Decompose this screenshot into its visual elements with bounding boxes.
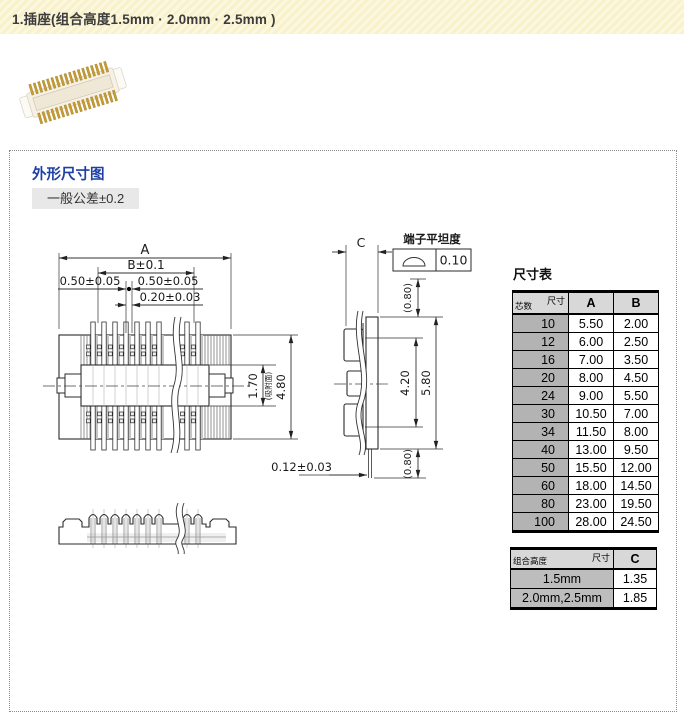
dim-a-cell: 18.00 — [568, 476, 614, 495]
pin-count-cell: 10 — [512, 313, 569, 333]
tolerance-label: 一般公差±0.2 — [32, 188, 140, 209]
pin-count-cell: 24 — [512, 386, 569, 405]
column-header-a: A — [568, 291, 614, 315]
corner-label-bottom: 组合高度 — [513, 556, 548, 566]
size-table-row: 24 9.00 5.50 — [512, 386, 659, 405]
dim-170-label: 1.70 — [246, 373, 260, 399]
dim-480-label: 4.80 — [274, 374, 288, 400]
pin-count-cell: 30 — [512, 404, 569, 423]
dim-b-cell: 9.50 — [613, 440, 659, 459]
size-table-row: 60 18.00 14.50 — [512, 476, 659, 495]
height-table-header-row: 尺寸 组合高度 C — [510, 548, 657, 570]
side-view-drawing: 0.10 端子平坦度 C (0.80) 4.20 5.80 (0.80) 0.1… — [271, 232, 472, 479]
dim-b-cell: 8.00 — [613, 422, 659, 441]
dim-580-label: 5.80 — [419, 370, 433, 396]
stack-height-cell: 2.0mm,2.5mm — [510, 588, 614, 609]
dim-b-cell: 12.00 — [613, 458, 659, 477]
dim-b-label: B±0.1 — [127, 258, 164, 272]
size-table-row: 34 11.50 8.00 — [512, 422, 659, 441]
dim-050-left-label: 0.50±0.05 — [60, 274, 121, 288]
height-table: 尺寸 组合高度 C 1.5mm 1.35 2.0mm,2.5mm 1.85 — [510, 547, 657, 610]
connector-product-image — [19, 61, 127, 125]
dim-a-cell: 8.00 — [568, 368, 614, 387]
dim-a-cell: 11.50 — [568, 422, 614, 441]
pin-count-cell: 100 — [512, 512, 569, 532]
corner-label-bottom: 芯数 — [515, 301, 533, 311]
height-table-corner-cell: 尺寸 组合高度 — [510, 548, 614, 570]
column-header-b: B — [613, 291, 659, 315]
dim-c-label: C — [357, 235, 366, 250]
column-header-c: C — [613, 548, 657, 570]
pin-count-cell: 12 — [512, 332, 569, 351]
pin-count-cell: 16 — [512, 350, 569, 369]
dim-c-cell: 1.35 — [613, 568, 657, 589]
size-table-row: 40 13.00 9.50 — [512, 440, 659, 459]
corner-label-top: 尺寸 — [591, 553, 610, 563]
size-table-row: 12 6.00 2.50 — [512, 332, 659, 351]
dim-a-cell: 6.00 — [568, 332, 614, 351]
dimension-panel: 外形尺寸图 一般公差±0.2 A B±0.1 0.50±0.05 0.50±0.… — [9, 150, 677, 712]
pin-count-cell: 50 — [512, 458, 569, 477]
size-table-header-row: 尺寸 芯数 A B — [512, 291, 659, 315]
dim-b-cell: 5.50 — [613, 386, 659, 405]
top-view-drawing: A B±0.1 0.50±0.05 0.50±0.05 0.20±0.03 1.… — [43, 243, 298, 454]
size-table-row: 80 23.00 19.50 — [512, 494, 659, 513]
dim-b-cell: 2.00 — [613, 313, 659, 333]
dim-b-cell: 14.50 — [613, 476, 659, 495]
height-table-row: 2.0mm,2.5mm 1.85 — [510, 588, 657, 609]
flatness-title: 端子平坦度 — [403, 232, 461, 246]
size-table-row: 50 15.50 12.00 — [512, 458, 659, 477]
dim-c-cell: 1.85 — [613, 588, 657, 609]
dim-020-label: 0.20±0.03 — [140, 290, 201, 304]
dimension-drawing: A B±0.1 0.50±0.05 0.50±0.05 0.20±0.03 1.… — [43, 232, 472, 555]
dim-b-cell: 4.50 — [613, 368, 659, 387]
panel-title: 外形尺寸图 — [32, 167, 105, 183]
dim-080-bottom-label: (0.80) — [403, 449, 414, 479]
dim-012-label: 0.12±0.03 — [271, 460, 332, 474]
dim-080-top-label: (0.80) — [403, 283, 414, 313]
dim-a-cell: 10.50 — [568, 404, 614, 423]
dim-420-label: 4.20 — [398, 370, 412, 396]
flatness-value: 0.10 — [440, 253, 468, 268]
corner-label-top: 尺寸 — [546, 296, 565, 306]
connector-body — [19, 61, 127, 125]
dim-a-cell: 28.00 — [568, 512, 614, 532]
dim-a-label: A — [141, 243, 150, 258]
pin-count-cell: 40 — [512, 440, 569, 459]
size-table: 尺寸 芯数 A B 10 5.50 2.00 12 6.00 2.50 16 7.00 3.50… — [512, 290, 659, 533]
dim-a-cell: 7.00 — [568, 350, 614, 369]
dim-b-cell: 7.00 — [613, 404, 659, 423]
pin-count-cell: 20 — [512, 368, 569, 387]
flatness-callout: 0.10 — [392, 248, 472, 272]
dim-b-cell: 24.50 — [613, 512, 659, 532]
datum-dot — [126, 286, 132, 292]
pin-count-cell: 80 — [512, 494, 569, 513]
dim-b-cell: 3.50 — [613, 350, 659, 369]
bottom-view-drawing — [58, 502, 237, 555]
height-table-row: 1.5mm 1.35 — [510, 568, 657, 589]
size-table-row: 20 8.00 4.50 — [512, 368, 659, 387]
size-table-row: 30 10.50 7.00 — [512, 404, 659, 423]
size-table-row: 10 5.50 2.00 — [512, 313, 659, 333]
size-table-title: 尺寸表 — [513, 267, 553, 282]
size-table-row: 100 28.00 24.50 — [512, 512, 659, 532]
size-table-row: 16 7.00 3.50 — [512, 350, 659, 369]
dim-a-cell: 15.50 — [568, 458, 614, 477]
dim-a-cell: 23.00 — [568, 494, 614, 513]
dim-b-cell: 19.50 — [613, 494, 659, 513]
stack-height-cell: 1.5mm — [510, 568, 614, 589]
suction-note-label: (吸附面) — [264, 372, 273, 400]
dim-a-cell: 13.00 — [568, 440, 614, 459]
dim-a-cell: 9.00 — [568, 386, 614, 405]
pin-count-cell: 34 — [512, 422, 569, 441]
dim-a-cell: 5.50 — [568, 313, 614, 333]
section-header-title: 1.插座(组合高度1.5mm · 2.0mm · 2.5mm ) — [12, 12, 276, 27]
dim-050-right-label: 0.50±0.05 — [138, 274, 199, 288]
size-table-corner-cell: 尺寸 芯数 — [512, 291, 569, 315]
section-header: 1.插座(组合高度1.5mm · 2.0mm · 2.5mm ) — [0, 0, 684, 34]
dim-b-cell: 2.50 — [613, 332, 659, 351]
pin-count-cell: 60 — [512, 476, 569, 495]
